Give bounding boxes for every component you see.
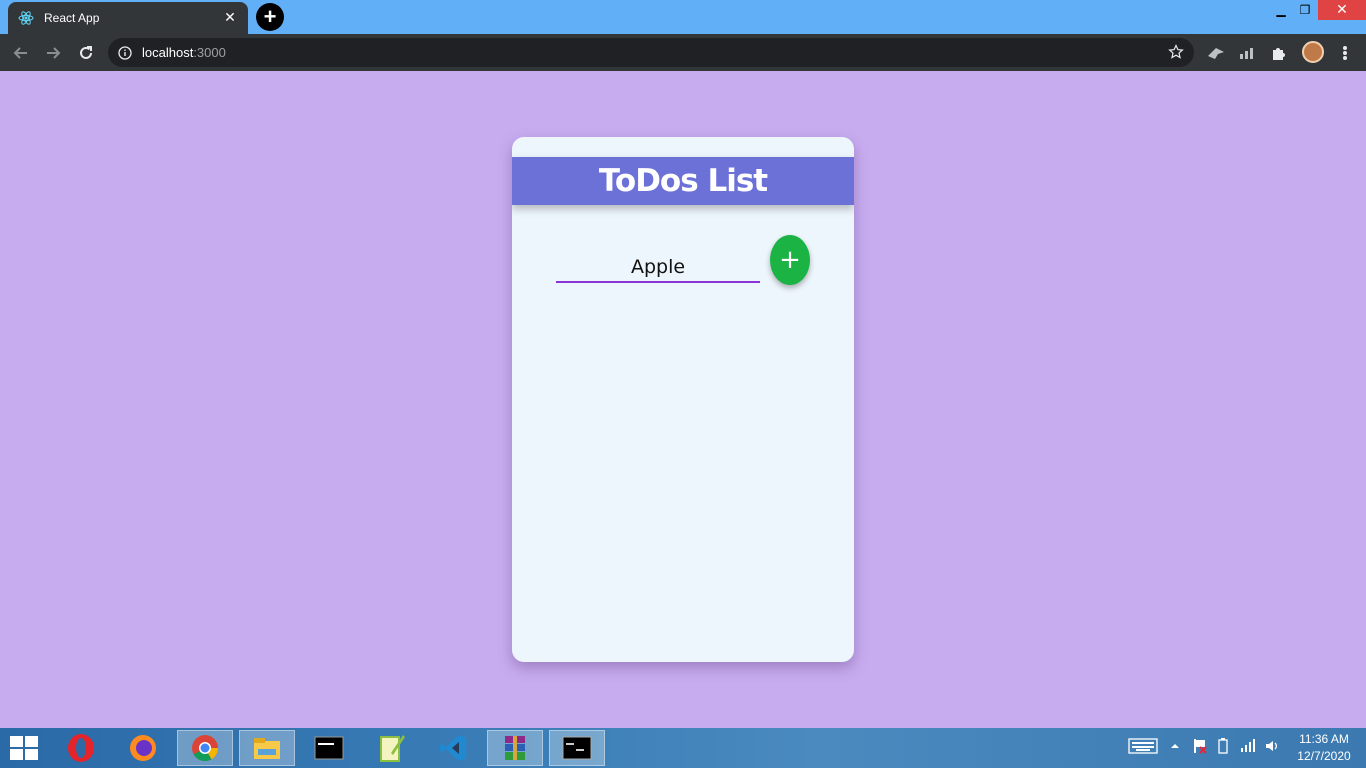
extension-bird-icon[interactable] (1205, 42, 1227, 64)
browser-toolbar: localhost :3000 (0, 34, 1366, 71)
minimize-button[interactable]: ▁ (1268, 0, 1294, 20)
restore-button[interactable]: ❐ (1292, 0, 1318, 20)
mysql-icon[interactable] (301, 730, 357, 766)
windows-taskbar: 11:36 AM 12/7/2020 (0, 728, 1366, 768)
puzzle-icon[interactable] (1268, 42, 1290, 64)
windows-start-icon[interactable] (10, 736, 38, 760)
browser-tab[interactable]: React App ✕ (8, 2, 248, 34)
back-arrow-icon[interactable] (10, 42, 32, 64)
tab-title: React App (44, 11, 100, 25)
browser-titlebar: React App ✕ + ▁ ❐ ✕ (0, 0, 1366, 34)
notepad-plus-plus-icon[interactable] (363, 730, 419, 766)
profile-avatar[interactable] (1302, 41, 1324, 63)
add-todo-button[interactable]: + (770, 235, 810, 285)
page-title: ToDos List (598, 163, 768, 199)
react-icon (18, 10, 34, 26)
cmd-icon[interactable] (549, 730, 605, 766)
card-header: ToDos List (512, 157, 854, 205)
battery-icon[interactable] (1216, 738, 1230, 757)
todo-card: ToDos List + (512, 137, 854, 662)
new-tab-button[interactable]: + (256, 3, 284, 31)
page-viewport: ToDos List + (0, 71, 1366, 728)
volume-icon[interactable] (1264, 738, 1280, 757)
forward-arrow-icon[interactable] (42, 42, 64, 64)
tab-close-icon[interactable]: ✕ (222, 10, 238, 26)
menu-kebab-icon[interactable] (1338, 43, 1352, 63)
extension-chart-icon[interactable] (1237, 42, 1259, 64)
bookmark-star-icon[interactable] (1168, 44, 1184, 64)
clock-time[interactable]: 11:36 AM (1290, 732, 1358, 746)
network-signal-icon[interactable] (1240, 738, 1256, 755)
winrar-icon[interactable] (487, 730, 543, 766)
opera-icon[interactable] (53, 730, 109, 766)
keyboard-icon[interactable] (1128, 738, 1158, 757)
file-explorer-icon[interactable] (239, 730, 295, 766)
url-port: :3000 (193, 45, 226, 60)
chrome-icon[interactable] (177, 730, 233, 766)
action-center-flag-icon[interactable] (1192, 738, 1208, 757)
window-close-button[interactable]: ✕ (1318, 0, 1366, 20)
firefox-icon[interactable] (115, 730, 171, 766)
url-host: localhost (142, 45, 194, 60)
address-bar[interactable]: localhost :3000 (108, 38, 1194, 67)
todo-input[interactable] (556, 253, 760, 283)
clock-date[interactable]: 12/7/2020 (1290, 749, 1358, 763)
reload-icon[interactable] (75, 42, 97, 64)
tray-chevron-up-icon[interactable] (1170, 740, 1180, 754)
info-icon[interactable] (118, 45, 132, 60)
vscode-icon[interactable] (425, 730, 481, 766)
